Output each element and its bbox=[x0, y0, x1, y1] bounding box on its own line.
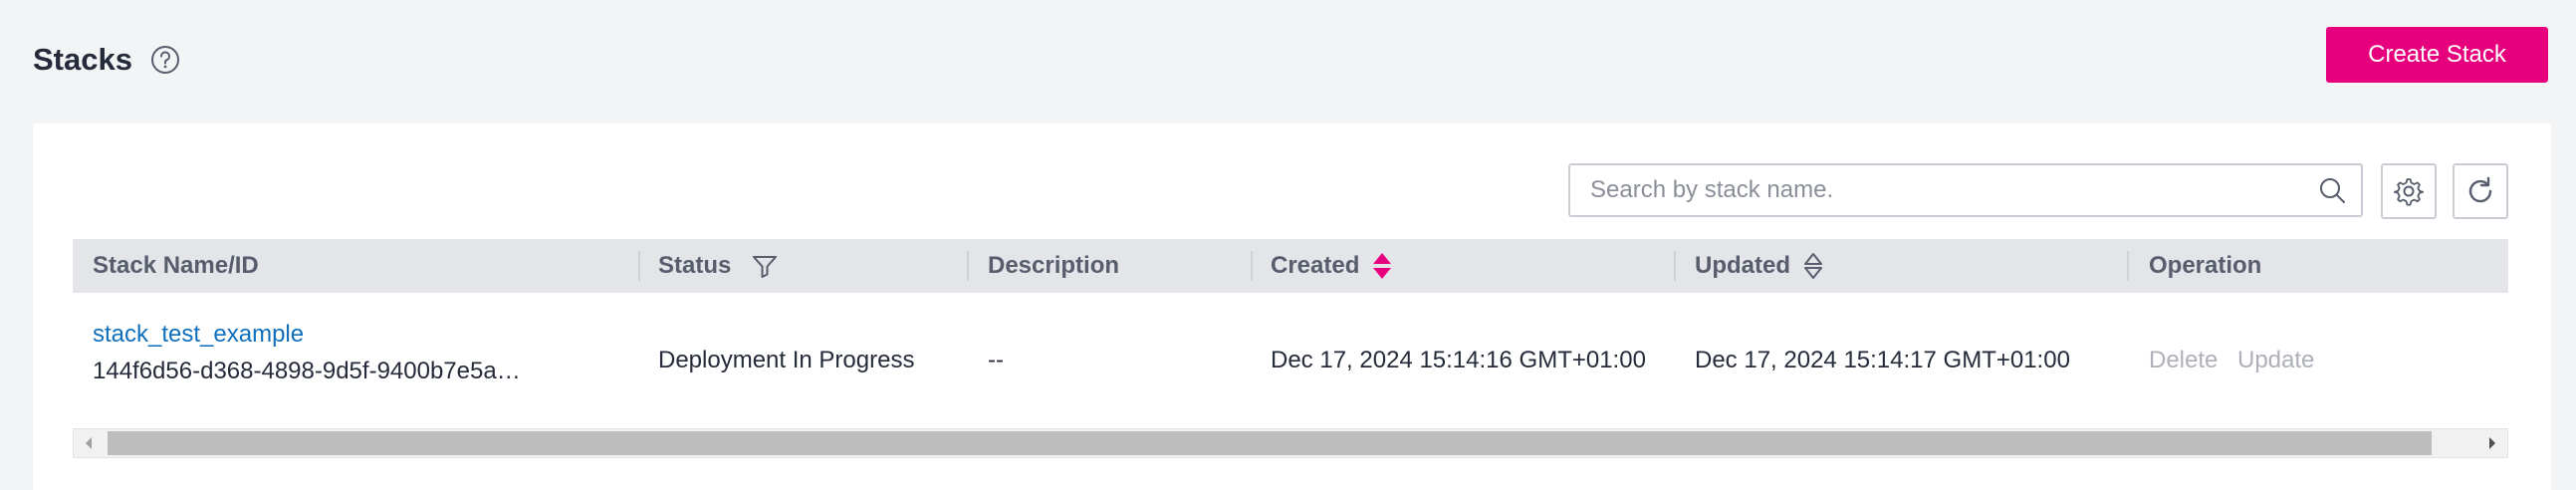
column-divider[interactable] bbox=[638, 251, 640, 281]
search-box[interactable] bbox=[1568, 163, 2363, 217]
sort-icon[interactable] bbox=[1802, 251, 1824, 281]
column-divider[interactable] bbox=[967, 251, 969, 281]
table-header: Stack Name/ID Status Description Created… bbox=[73, 239, 2508, 293]
column-header-name: Stack Name/ID bbox=[93, 252, 259, 279]
column-divider[interactable] bbox=[1674, 251, 1676, 281]
scroll-left-arrow-icon[interactable] bbox=[74, 429, 104, 457]
settings-button[interactable] bbox=[2381, 163, 2437, 219]
column-header-operation: Operation bbox=[2149, 252, 2262, 279]
table-row: stack_test_example 144f6d56-d368-4898-9d… bbox=[73, 295, 2508, 424]
horizontal-scrollbar[interactable] bbox=[73, 428, 2508, 458]
column-divider[interactable] bbox=[1251, 251, 1253, 281]
stack-name-link[interactable]: stack_test_example bbox=[93, 321, 304, 349]
column-header-created-label: Created bbox=[1271, 252, 1360, 279]
column-header-updated[interactable]: Updated bbox=[1695, 239, 1824, 293]
page-header: Stacks bbox=[33, 38, 180, 82]
filter-icon[interactable] bbox=[751, 252, 779, 280]
stack-description: -- bbox=[988, 347, 1004, 373]
stack-created-time: Dec 17, 2024 15:14:16 GMT+01:00 bbox=[1271, 347, 1646, 373]
refresh-icon bbox=[2463, 174, 2497, 208]
column-header-description: Description bbox=[988, 252, 1120, 279]
column-header-status: Status bbox=[658, 239, 779, 293]
search-input[interactable] bbox=[1570, 165, 2317, 215]
stack-id: 144f6d56-d368-4898-9d5f-9400b7e5a… bbox=[93, 358, 521, 384]
update-link[interactable]: Update bbox=[2237, 347, 2314, 374]
column-header-status-label: Status bbox=[658, 252, 732, 279]
delete-link[interactable]: Delete bbox=[2149, 347, 2218, 374]
scrollbar-thumb[interactable] bbox=[108, 431, 2432, 455]
refresh-button[interactable] bbox=[2453, 163, 2508, 219]
gear-icon bbox=[2394, 176, 2424, 206]
column-header-updated-label: Updated bbox=[1695, 252, 1790, 279]
question-circle-icon[interactable] bbox=[150, 45, 180, 75]
page-title: Stacks bbox=[33, 42, 132, 77]
stack-updated-time: Dec 17, 2024 15:14:17 GMT+01:00 bbox=[1695, 347, 2070, 373]
scroll-right-arrow-icon[interactable] bbox=[2477, 429, 2507, 457]
search-icon[interactable] bbox=[2317, 175, 2347, 205]
column-header-created[interactable]: Created bbox=[1271, 239, 1393, 293]
sort-active-icon[interactable] bbox=[1371, 251, 1393, 281]
column-divider[interactable] bbox=[2127, 251, 2129, 281]
stack-status: Deployment In Progress bbox=[658, 347, 915, 373]
create-stack-button[interactable]: Create Stack bbox=[2326, 27, 2548, 83]
